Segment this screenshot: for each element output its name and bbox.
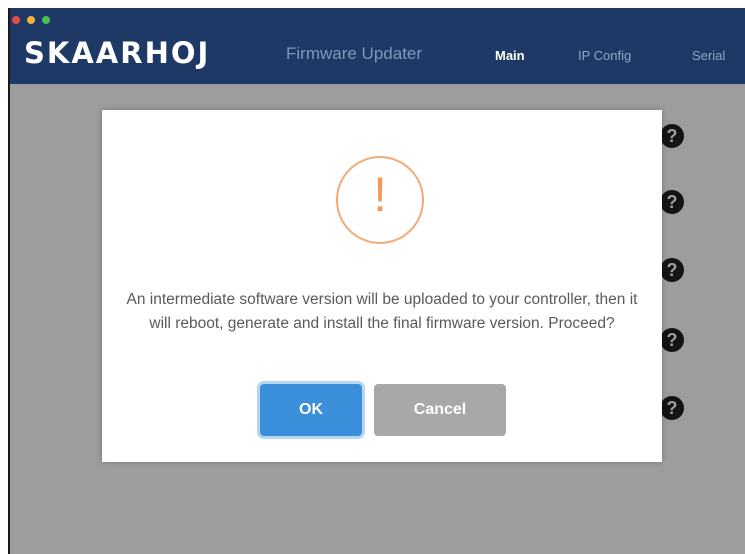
app-window: SKAARHOJ Firmware Updater Main IP Config… [8, 8, 745, 554]
cancel-button[interactable]: Cancel [374, 384, 506, 436]
brand-logo: SKAARHOJ [24, 36, 211, 70]
exclamation-glyph: ! [373, 169, 387, 222]
confirmation-dialog: ! An intermediate software version will … [102, 110, 662, 462]
ok-button[interactable]: OK [260, 384, 362, 436]
help-icon[interactable]: ? [660, 124, 684, 148]
nav-tab-serial[interactable]: Serial [692, 48, 725, 64]
help-icon[interactable]: ? [660, 190, 684, 214]
window-minimize-button[interactable] [27, 16, 35, 24]
nav-tab-main[interactable]: Main [495, 48, 525, 64]
dialog-message: An intermediate software version will be… [126, 291, 638, 332]
nav-tab-ip-config[interactable]: IP Config [578, 48, 631, 64]
app-title: Firmware Updater [286, 44, 423, 63]
warning-icon: ! [336, 156, 424, 244]
help-icon[interactable]: ? [660, 258, 684, 282]
help-icon[interactable]: ? [660, 396, 684, 420]
header-bar: SKAARHOJ Firmware Updater Main IP Config… [10, 8, 745, 84]
window-maximize-button[interactable] [42, 16, 50, 24]
window-close-button[interactable] [12, 16, 20, 24]
help-icon[interactable]: ? [660, 328, 684, 352]
